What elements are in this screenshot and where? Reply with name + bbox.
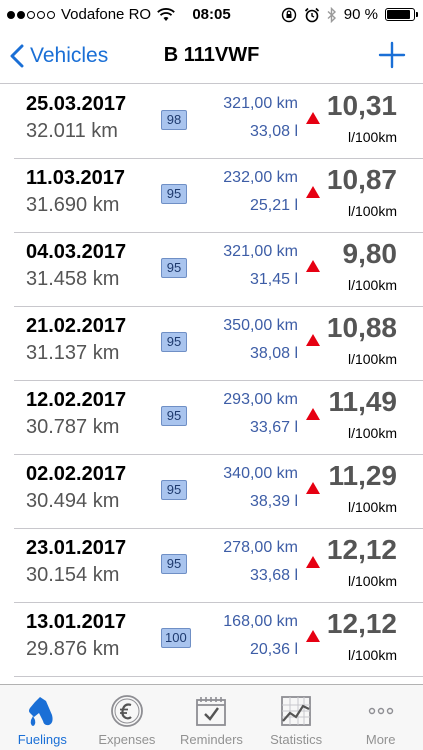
fueling-row[interactable]: 12.02.2017 30.787 km 95 293,00 km 33,67 l 11,… [14,381,423,455]
fueling-date: 04.03.2017 [26,241,127,263]
fueling-consumption: 9,80 [342,238,398,269]
consumption-unit: l/100km [347,425,397,441]
fueling-odometer: 31.458 km [26,268,120,290]
battery-icon [385,8,418,21]
fueling-row[interactable]: 25.03.2017 32.011 km 98 321,00 km 33,08 l 10,… [14,85,423,159]
consumption-unit: l/100km [347,203,397,219]
fueling-volume: 25,21 l [249,197,298,214]
consumption-unit: l/100km [347,351,397,367]
trend-up-icon [306,630,320,642]
fueling-odometer: 31.137 km [26,342,120,364]
fuel-type-badge: 95 [161,184,187,204]
fuel-type-badge: 95 [161,406,187,426]
tab-fuelings[interactable]: Fuelings [0,685,85,750]
fueling-date: 13.01.2017 [26,611,127,633]
fueling-distance: 321,00 km [223,243,298,260]
tab-label: Reminders [180,732,243,747]
fueling-volume: 33,08 l [249,123,298,140]
fueling-volume: 38,08 l [249,345,298,362]
fueling-distance: 321,00 km [223,95,298,112]
fuel-type-badge: 95 [161,554,187,574]
fueling-date: 12.02.2017 [26,389,127,411]
chart-icon [281,696,311,726]
fueling-date: 23.01.2017 [26,537,127,559]
fuel-type-badge: 95 [161,480,187,500]
tab-label: More [365,732,396,747]
euro-coin-icon [110,695,143,727]
tab-label: Statistics [270,732,323,747]
trend-up-icon [306,556,320,568]
fueling-odometer: 29.876 km [26,638,120,660]
fueling-volume: 38,39 l [249,493,298,510]
fueling-consumption: 12,12 [326,534,397,565]
fueling-distance: 278,00 km [223,539,298,556]
fueling-odometer: 32.011 km [26,120,118,142]
fueling-date: 02.02.2017 [26,463,127,485]
fuel-type-badge: 95 [161,258,187,278]
fueling-distance: 232,00 km [223,169,298,186]
fueling-row[interactable]: 11.03.2017 31.690 km 95 232,00 km 25,21 l 10,… [14,159,423,233]
fueling-row[interactable]: 13.01.2017 29.876 km 100 168,00 km 20,36 l 12… [14,603,423,677]
fuel-pump-icon [29,697,53,726]
fueling-odometer: 30.787 km [26,416,120,438]
tab-more[interactable]: More [338,685,423,750]
fueling-date: 11.03.2017 [26,167,125,189]
fueling-volume: 31,45 l [249,271,298,288]
fueling-consumption: 10,31 [326,90,397,121]
fuel-type-badge: 98 [161,110,187,130]
fueling-row[interactable]: 02.02.2017 30.494 km 95 340,00 km 38,39 l 11,… [14,455,423,529]
fueling-consumption: 11,29 [328,460,397,491]
tab-label: Fuelings [17,732,67,747]
trend-up-icon [306,260,320,272]
fueling-consumption: 12,12 [326,608,397,639]
fuel-type-badge: 95 [161,332,187,352]
fueling-distance: 293,00 km [223,391,298,408]
rotation-lock-icon [281,7,296,22]
alarm-icon [304,7,319,22]
tab-reminders[interactable]: Reminders [169,685,254,750]
navigation-bar: Vehicles B 111VWF [0,30,423,84]
fueling-odometer: 31.690 km [26,194,120,216]
more-dots-icon [368,707,393,715]
tab-label: Expenses [98,732,156,747]
fueling-volume: 33,67 l [249,419,298,436]
add-icon[interactable] [377,40,407,70]
trend-up-icon [306,482,320,494]
trend-up-icon [306,408,320,420]
trend-up-icon [306,186,320,198]
fueling-row[interactable]: 23.01.2017 30.154 km 95 278,00 km 33,68 l 12,… [14,529,423,603]
fueling-volume: 20,36 l [249,641,298,658]
fueling-distance: 350,00 km [223,317,298,334]
consumption-unit: l/100km [347,129,397,145]
trend-up-icon [306,112,320,124]
tab-statistics[interactable]: Statistics [254,685,339,750]
fueling-odometer: 30.154 km [26,564,120,586]
tab-bar: Fuelings Expenses Reminders Statistics M… [0,684,423,750]
fueling-consumption: 10,87 [326,164,397,195]
page-title: B 111VWF [163,44,260,66]
bluetooth-icon [327,6,336,23]
fueling-row[interactable]: 04.03.2017 31.458 km 95 321,00 km 31,45 l 9,8… [14,233,423,307]
tab-expenses[interactable]: Expenses [85,685,170,750]
fueling-date: 25.03.2017 [26,93,127,115]
fueling-odometer: 30.494 km [26,490,120,512]
fueling-row[interactable]: 21.02.2017 31.137 km 95 350,00 km 38,08 l 10,… [14,307,423,381]
fueling-volume: 33,68 l [249,567,298,584]
trend-up-icon [306,334,320,346]
fueling-distance: 168,00 km [223,613,298,630]
app-screen: Vodafone RO 08:05 90 % Vehicles B 111VWF… [0,0,423,750]
calendar-check-icon [196,697,227,726]
consumption-unit: l/100km [347,573,397,589]
consumption-unit: l/100km [347,277,397,293]
fueling-consumption: 10,88 [326,312,397,343]
status-bar: Vodafone RO 08:05 90 % [0,0,423,30]
fueling-distance: 340,00 km [223,465,298,482]
fueling-list: 25.03.2017 32.011 km 98 321,00 km 33,08 l 10,… [0,85,423,677]
fuel-type-badge: 100 [161,628,191,648]
battery-percent: 90 % [343,6,378,23]
fueling-consumption: 11,49 [328,386,397,417]
consumption-unit: l/100km [347,499,397,515]
consumption-unit: l/100km [347,647,397,663]
fueling-date: 21.02.2017 [26,315,127,337]
